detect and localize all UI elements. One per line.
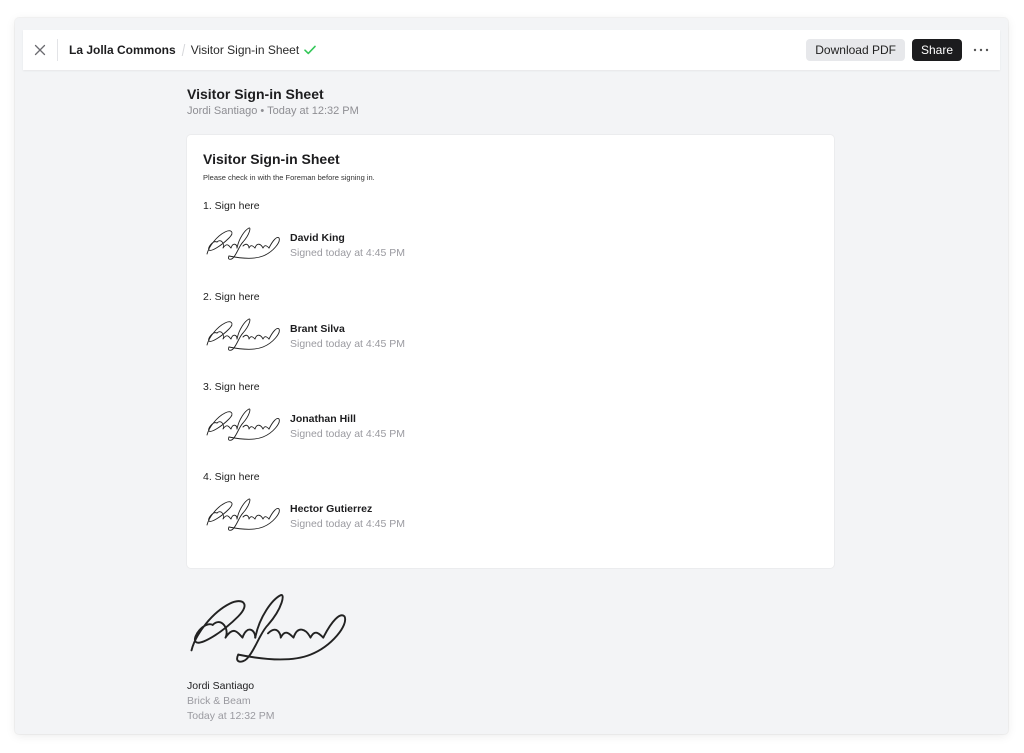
field-label: 4. Sign here xyxy=(203,471,260,483)
breadcrumb-document: Visitor Sign-in Sheet xyxy=(190,43,300,57)
page-title: Visitor Sign-in Sheet xyxy=(187,86,324,102)
signer-name: Hector Gutierrez xyxy=(290,503,373,515)
form-description: Please check in with the Foreman before … xyxy=(203,173,375,182)
form-title: Visitor Sign-in Sheet xyxy=(203,151,340,167)
signature-image xyxy=(206,408,280,441)
app-window: La Jolla Commons Visitor Sign-in Sheet D… xyxy=(15,18,1008,734)
share-button[interactable]: Share xyxy=(911,39,962,61)
author-signature-image xyxy=(190,593,347,663)
signer-name: Brant Silva xyxy=(290,323,345,335)
breadcrumb-project[interactable]: La Jolla Commons xyxy=(69,43,176,57)
signed-time: Signed today at 4:45 PM xyxy=(290,338,405,350)
more-icon xyxy=(973,48,989,52)
signer-name: Jonathan Hill xyxy=(290,413,356,425)
signature-field: 3. Sign here Jonathan Hill Signed today … xyxy=(203,381,603,461)
signed-time: Signed today at 4:45 PM xyxy=(290,518,405,530)
page-meta: Jordi Santiago • Today at 12:32 PM xyxy=(187,105,359,117)
top-bar: La Jolla Commons Visitor Sign-in Sheet D… xyxy=(23,30,1000,70)
author-company: Brick & Beam xyxy=(187,695,251,707)
breadcrumb-separator xyxy=(181,44,185,56)
close-button[interactable] xyxy=(23,30,57,70)
close-icon xyxy=(34,44,46,56)
signature-field: 2. Sign here Brant Silva Signed today at… xyxy=(203,291,603,371)
signature-image xyxy=(206,227,280,260)
signature-image xyxy=(206,498,280,531)
author-time: Today at 12:32 PM xyxy=(187,710,275,722)
field-label: 2. Sign here xyxy=(203,291,260,303)
completed-check-icon xyxy=(304,45,317,55)
form-card: Visitor Sign-in Sheet Please check in wi… xyxy=(187,135,834,568)
field-label: 3. Sign here xyxy=(203,381,260,393)
divider xyxy=(57,39,58,61)
field-label: 1. Sign here xyxy=(203,200,260,212)
download-pdf-button[interactable]: Download PDF xyxy=(806,39,905,61)
signature-field: 1. Sign here David King Signed today at … xyxy=(203,200,603,280)
more-options-button[interactable] xyxy=(962,30,1000,70)
signed-time: Signed today at 4:45 PM xyxy=(290,247,405,259)
signer-name: David King xyxy=(290,232,345,244)
signature-field: 4. Sign here Hector Gutierrez Signed tod… xyxy=(203,471,603,551)
signature-image xyxy=(206,318,280,351)
signed-time: Signed today at 4:45 PM xyxy=(290,428,405,440)
author-name: Jordi Santiago xyxy=(187,680,255,692)
